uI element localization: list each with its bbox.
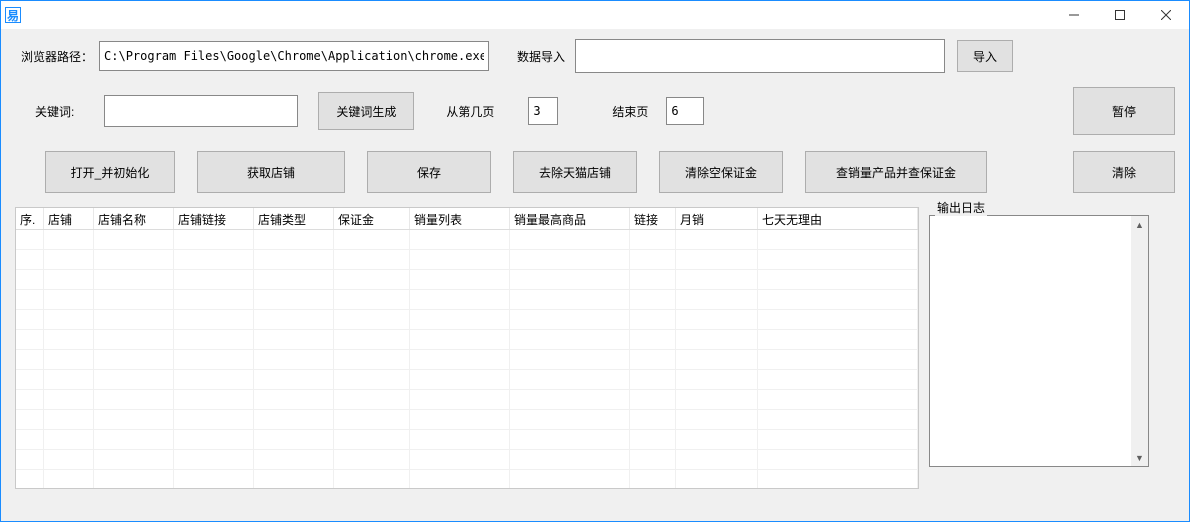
from-page-label: 从第几页 [446,103,494,120]
table-row[interactable] [16,390,918,410]
grid-column-header[interactable]: 销量列表 [410,208,510,229]
open-init-button[interactable]: 打开_并初始化 [45,151,175,193]
grid-column-header[interactable]: 店铺类型 [254,208,334,229]
scroll-up-icon[interactable]: ▲ [1131,216,1148,233]
table-row[interactable] [16,230,918,250]
grid-column-header[interactable]: 月销 [676,208,758,229]
table-row[interactable] [16,410,918,430]
grid-body [16,230,918,489]
save-button[interactable]: 保存 [367,151,491,193]
data-grid[interactable]: 序.店铺店铺名称店铺链接店铺类型保证金销量列表销量最高商品链接月销七天无理由 [15,207,919,489]
log-scrollbar[interactable]: ▲ ▼ [1131,216,1148,466]
table-row[interactable] [16,430,918,450]
log-group: 输出日志 ▲ ▼ [929,207,1151,489]
clear-button[interactable]: 清除 [1073,151,1175,193]
browser-path-label: 浏览器路径： [21,48,93,65]
gen-keyword-button[interactable]: 关键词生成 [318,92,414,130]
keyword-input[interactable] [104,95,298,127]
get-shops-button[interactable]: 获取店铺 [197,151,345,193]
end-page-label: 结束页 [612,103,648,120]
import-button[interactable]: 导入 [957,40,1013,72]
table-row[interactable] [16,370,918,390]
grid-column-header[interactable]: 七天无理由 [758,208,918,229]
app-icon: 易 [5,7,21,23]
table-row[interactable] [16,290,918,310]
grid-header: 序.店铺店铺名称店铺链接店铺类型保证金销量列表销量最高商品链接月销七天无理由 [16,208,918,230]
grid-column-header[interactable]: 店铺名称 [94,208,174,229]
table-row[interactable] [16,310,918,330]
table-row[interactable] [16,330,918,350]
table-row[interactable] [16,470,918,489]
window-controls [1051,1,1189,29]
grid-column-header[interactable]: 链接 [630,208,676,229]
data-import-label: 数据导入 [517,48,565,65]
client-area: 浏览器路径： 数据导入 导入 关键词: 关键词生成 从第几页 结束页 暂停 打开… [1,29,1189,521]
from-page-input[interactable] [528,97,558,125]
titlebar: 易 [1,1,1189,29]
browser-path-input[interactable] [99,41,489,71]
close-button[interactable] [1143,1,1189,29]
maximize-button[interactable] [1097,1,1143,29]
pause-button[interactable]: 暂停 [1073,87,1175,135]
data-import-input[interactable] [575,39,945,73]
clear-empty-deposit-button[interactable]: 清除空保证金 [659,151,783,193]
grid-column-header[interactable]: 销量最高商品 [510,208,630,229]
end-page-input[interactable] [666,97,704,125]
main-window: 易 浏览器路径： 数据导入 导入 关键词: 关键词生成 [0,0,1190,522]
grid-column-header[interactable]: 店铺 [44,208,94,229]
log-textarea[interactable]: ▲ ▼ [929,215,1149,467]
keyword-label: 关键词: [35,103,74,120]
minimize-button[interactable] [1051,1,1097,29]
remove-tmall-button[interactable]: 去除天猫店铺 [513,151,637,193]
table-row[interactable] [16,350,918,370]
table-row[interactable] [16,450,918,470]
table-row[interactable] [16,270,918,290]
query-sales-deposit-button[interactable]: 查销量产品并查保证金 [805,151,987,193]
scroll-down-icon[interactable]: ▼ [1131,449,1148,466]
grid-column-header[interactable]: 序. [16,208,44,229]
grid-column-header[interactable]: 保证金 [334,208,410,229]
table-row[interactable] [16,250,918,270]
grid-column-header[interactable]: 店铺链接 [174,208,254,229]
log-label: 输出日志 [935,199,987,216]
